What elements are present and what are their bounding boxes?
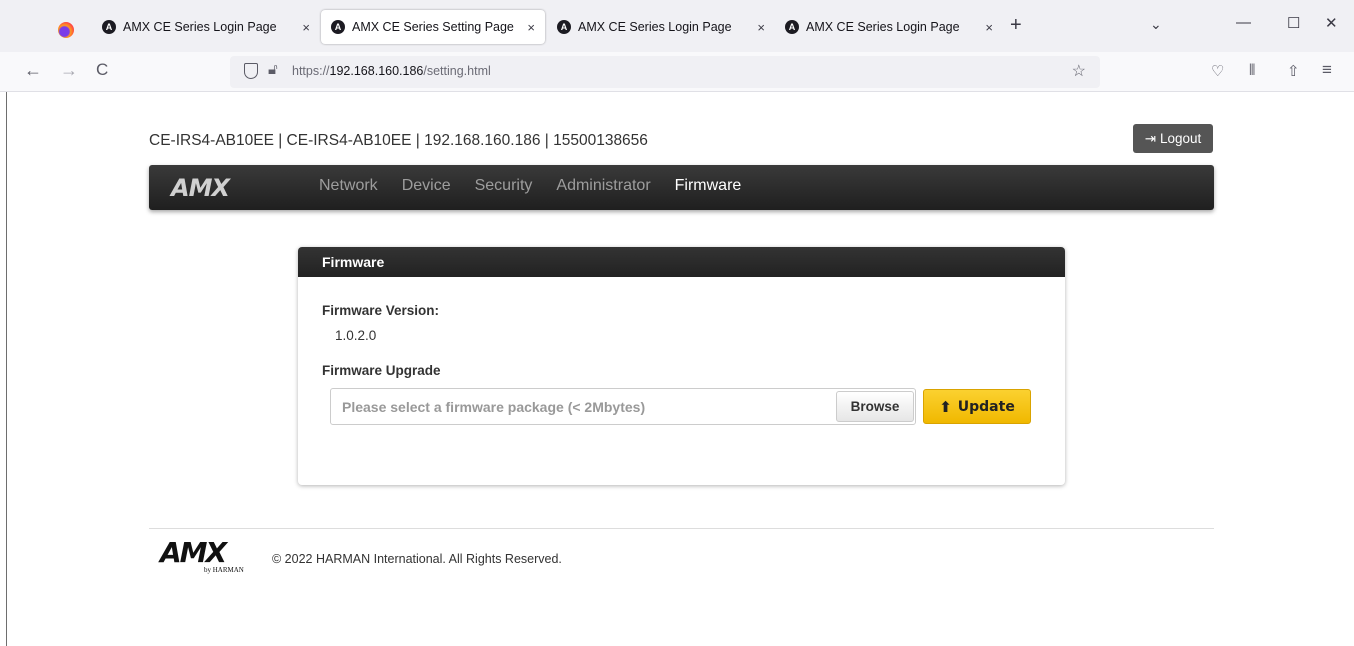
amx-brand-logo[interactable]: AMX: [171, 174, 230, 202]
panel-title: Firmware: [298, 247, 1065, 277]
back-button[interactable]: ←: [24, 60, 42, 81]
nav-item-administrator[interactable]: Administrator: [556, 177, 650, 195]
maximize-button[interactable]: ☐: [1287, 14, 1300, 32]
tab-close-icon[interactable]: ×: [302, 20, 310, 35]
url-bar[interactable]: 🔓︎ https://192.168.160.186/setting.html …: [230, 56, 1100, 88]
insecure-lock-icon[interactable]: 🔓︎: [268, 61, 278, 78]
tab-title: AMX CE Series Login Page: [578, 20, 732, 34]
tab-title: AMX CE Series Setting Page: [352, 20, 514, 34]
device-info-header: CE-IRS4-AB10EE | CE-IRS4-AB10EE | 192.16…: [149, 132, 648, 149]
browser-tab-bar: A AMX CE Series Login Page × A AMX CE Se…: [0, 0, 1354, 52]
nav-item-security[interactable]: Security: [475, 177, 533, 195]
forward-button[interactable]: →: [60, 60, 78, 81]
tracking-protection-shield-icon[interactable]: [244, 63, 258, 79]
browser-tab-setting[interactable]: A AMX CE Series Setting Page ×: [321, 10, 545, 44]
main-navbar: AMX Network Device Security Administrato…: [149, 165, 1214, 210]
firmware-version-label: Firmware Version:: [322, 303, 440, 318]
nav-item-network[interactable]: Network: [319, 177, 378, 195]
url-scheme: https://: [292, 64, 330, 78]
tab-title: AMX CE Series Login Page: [123, 20, 277, 34]
library-icon[interactable]: ⫴: [1249, 62, 1255, 79]
update-label: Update: [957, 398, 1015, 415]
url-text[interactable]: https://192.168.160.186/setting.html: [292, 64, 491, 78]
logout-label: Logout: [1160, 131, 1202, 146]
nav-item-firmware[interactable]: Firmware: [675, 177, 742, 195]
browser-tab-login-3[interactable]: A AMX CE Series Login Page ×: [775, 10, 1003, 44]
minimize-button[interactable]: —: [1236, 14, 1251, 31]
firmware-upgrade-label: Firmware Upgrade: [322, 363, 441, 378]
firefox-view-button[interactable]: [52, 16, 80, 44]
amx-favicon-icon: A: [557, 20, 571, 34]
tab-close-icon[interactable]: ×: [985, 20, 993, 35]
tab-title: AMX CE Series Login Page: [806, 20, 960, 34]
pocket-icon[interactable]: ♡: [1211, 62, 1224, 80]
footer-divider: [149, 528, 1214, 529]
update-button[interactable]: ⬆ Update: [923, 389, 1031, 424]
page-content: CE-IRS4-AB10EE | CE-IRS4-AB10EE | 192.16…: [0, 92, 1354, 646]
tab-close-icon[interactable]: ×: [757, 20, 765, 35]
amx-favicon-icon: A: [102, 20, 116, 34]
amx-favicon-icon: A: [785, 20, 799, 34]
footer-logo-subtext: by HARMAN: [204, 566, 244, 574]
amx-favicon-icon: A: [331, 20, 345, 34]
nav-links: Network Device Security Administrator Fi…: [319, 177, 765, 195]
logout-button[interactable]: ⇥ Logout: [1133, 124, 1213, 153]
window-close-button[interactable]: ✕: [1325, 14, 1338, 32]
amx-harman-logo: AMX by HARMAN: [160, 539, 264, 575]
upload-icon: ⬆: [939, 397, 952, 416]
logout-icon: ⇥: [1144, 130, 1156, 146]
copyright-text: © 2022 HARMAN International. All Rights …: [272, 552, 562, 566]
app-menu-icon[interactable]: ≡: [1322, 60, 1332, 80]
share-icon[interactable]: ⇧: [1287, 62, 1300, 80]
browser-tab-login-1[interactable]: A AMX CE Series Login Page ×: [92, 10, 320, 44]
firmware-version-value: 1.0.2.0: [335, 328, 377, 343]
browse-button[interactable]: Browse: [836, 391, 914, 422]
list-all-tabs-button[interactable]: ⌄: [1150, 16, 1162, 33]
nav-item-device[interactable]: Device: [402, 177, 451, 195]
firmware-file-input[interactable]: Please select a firmware package (< 2Mby…: [330, 388, 916, 425]
new-tab-button[interactable]: +: [1010, 14, 1022, 37]
firmware-panel: Firmware Firmware Version: 1.0.2.0 Firmw…: [298, 247, 1065, 485]
reload-button[interactable]: C: [96, 60, 108, 80]
tab-close-icon[interactable]: ×: [527, 20, 535, 35]
file-input-placeholder: Please select a firmware package (< 2Mby…: [342, 399, 646, 415]
firefox-icon: [58, 22, 74, 38]
footer-logo-text: AMX: [160, 536, 227, 569]
browser-tab-login-2[interactable]: A AMX CE Series Login Page ×: [547, 10, 775, 44]
url-path: /setting.html: [423, 64, 491, 78]
url-host: 192.168.160.186: [329, 64, 424, 78]
browser-nav-bar: ← → C 🔓︎ https://192.168.160.186/setting…: [0, 52, 1354, 92]
bookmark-star-icon[interactable]: ☆: [1072, 61, 1086, 81]
